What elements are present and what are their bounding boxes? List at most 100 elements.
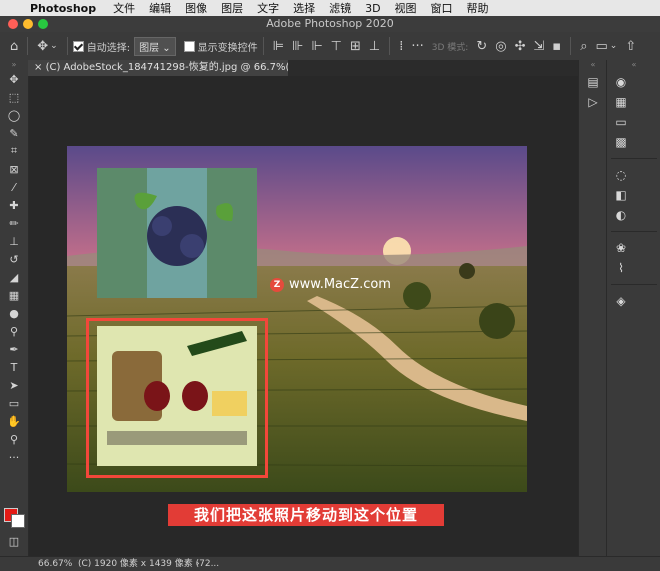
search-icon[interactable]: ⌕ (580, 39, 587, 54)
3d-pan-icon[interactable]: ✣ (515, 39, 526, 54)
zoom-window-button[interactable] (38, 19, 48, 29)
align-center-icon[interactable]: ⊪ (292, 39, 303, 54)
menu-select[interactable]: 选择 (286, 0, 322, 16)
color-panel-icon[interactable]: ◉ (607, 72, 635, 92)
dodge-tool-icon[interactable]: ⚲ (0, 322, 28, 340)
collapse-panels-icon[interactable]: « (607, 60, 660, 70)
align-top-icon[interactable]: ⊤ (331, 39, 342, 54)
target-highlight-box (86, 318, 268, 478)
3d-slide-icon[interactable]: ⇲ (533, 39, 544, 54)
window-title: Adobe Photoshop 2020 (266, 17, 394, 30)
adjustments-panel-icon[interactable]: ◐ (607, 205, 635, 225)
document-tab-label: (C) AdobeStock_184741298-恢复的.jpg @ 66.7%… (45, 62, 288, 73)
auto-select-dropdown[interactable]: 图层 ⌄ (134, 36, 176, 56)
more-options-icon[interactable]: ··· (411, 39, 423, 54)
tutorial-caption: 我们把这张照片移动到这个位置 (168, 504, 444, 526)
menu-edit[interactable]: 编辑 (142, 0, 178, 16)
menu-type[interactable]: 文字 (250, 0, 286, 16)
menu-3d[interactable]: 3D (358, 2, 387, 15)
distribute-icon[interactable]: ⁞ (399, 39, 403, 54)
menu-file[interactable]: 文件 (106, 0, 142, 16)
eyedropper-tool-icon[interactable]: ⁄ (0, 178, 28, 196)
home-icon[interactable]: ⌂ (10, 39, 18, 54)
document-tab[interactable]: × (C) AdobeStock_184741298-恢复的.jpg @ 66.… (28, 60, 288, 76)
libraries-panel-icon[interactable]: ◧ (607, 185, 635, 205)
path-select-tool-icon[interactable]: ➤ (0, 376, 28, 394)
window-titlebar: Adobe Photoshop 2020 (0, 16, 660, 32)
move-tool-icon[interactable]: ✥ (0, 70, 28, 88)
divider (570, 37, 572, 55)
marquee-tool-icon[interactable]: ⬚ (0, 88, 28, 106)
menu-filter[interactable]: 滤镜 (322, 0, 358, 16)
background-color-swatch[interactable] (11, 514, 25, 528)
learn-panel-icon[interactable]: ◌ (607, 165, 635, 185)
align-middle-icon[interactable]: ⊞ (350, 39, 361, 54)
frame-tool-icon[interactable]: ⊠ (0, 160, 28, 178)
type-tool-icon[interactable]: T (0, 358, 28, 376)
3d-scale-icon[interactable]: ▪ (552, 39, 561, 54)
close-tab-icon[interactable]: × (34, 62, 46, 73)
options-bar: ⌂ ✥ ⌄ 自动选择: 图层 ⌄ 显示变换控件 ⊫ ⊪ ⊩ ⊤ ⊞ ⊥ ⁞ ··… (0, 32, 660, 61)
mac-menubar: Photoshop 文件 编辑 图像 图层 文字 选择 滤镜 3D 视图 窗口 … (0, 0, 660, 16)
show-transform-checkbox[interactable] (183, 40, 195, 52)
menu-help[interactable]: 帮助 (460, 0, 496, 16)
chevron-down-icon[interactable]: ⌄ (50, 41, 58, 51)
divider (611, 158, 657, 159)
collapse-panels-icon[interactable]: « (579, 60, 607, 70)
rectangle-tool-icon[interactable]: ▭ (0, 394, 28, 412)
zoom-tool-icon[interactable]: ⚲ (0, 430, 28, 448)
menu-window[interactable]: 窗口 (424, 0, 460, 16)
3d-roll-icon[interactable]: ◎ (495, 39, 506, 54)
document-tabs: × (C) AdobeStock_184741298-恢复的.jpg @ 66.… (28, 60, 606, 76)
tools-panel: » ✥ ⬚ ◯ ✎ ⌗ ⊠ ⁄ ✚ ✏ ⊥ ↺ ◢ ▦ ● ⚲ ✒ T ➤ ▭ … (0, 60, 29, 556)
history-panel-icon[interactable]: ▤ (579, 72, 607, 92)
auto-select-checkbox[interactable] (72, 40, 84, 52)
history-brush-tool-icon[interactable]: ↺ (0, 250, 28, 268)
collapse-toolbar-icon[interactable]: » (0, 60, 28, 70)
gradient-tool-icon[interactable]: ▦ (0, 286, 28, 304)
3d-mode-label: 3D 模式: (431, 42, 469, 53)
gradients-panel-icon[interactable]: ▭ (607, 112, 635, 132)
channels-panel-icon[interactable]: ❀ (607, 238, 635, 258)
workspace-icon[interactable]: ▭ (595, 39, 607, 54)
blur-tool-icon[interactable]: ● (0, 304, 28, 322)
quick-mask-icon[interactable]: ◫ (0, 532, 28, 550)
share-icon[interactable]: ⇧ (625, 39, 636, 54)
hand-tool-icon[interactable]: ✋ (0, 412, 28, 430)
eraser-tool-icon[interactable]: ◢ (0, 268, 28, 286)
show-transform-label: 显示变换控件 (197, 42, 258, 54)
more-tools-icon[interactable]: ··· (0, 448, 28, 466)
3d-orbit-icon[interactable]: ↻ (476, 39, 487, 54)
healing-brush-tool-icon[interactable]: ✚ (0, 196, 28, 214)
chevron-down-icon[interactable]: ⌄ (610, 41, 618, 51)
align-right-icon[interactable]: ⊩ (311, 39, 322, 54)
move-tool-icon[interactable]: ✥ (37, 39, 48, 54)
minimize-window-button[interactable] (23, 19, 33, 29)
patterns-panel-icon[interactable]: ▩ (607, 132, 635, 152)
auto-select-label: 自动选择: (86, 42, 131, 54)
chevron-right-icon[interactable]: › (196, 557, 200, 571)
paths-panel-icon[interactable]: ⌇ (607, 258, 635, 278)
actions-panel-icon[interactable]: ▷ (579, 92, 607, 112)
panel-dock-primary: « ◉ ▦ ▭ ▩ ◌ ◧ ◐ ❀ ⌇ ◈ (606, 60, 660, 556)
quick-select-tool-icon[interactable]: ✎ (0, 124, 28, 142)
divider (611, 231, 657, 232)
close-window-button[interactable] (8, 19, 18, 29)
lasso-tool-icon[interactable]: ◯ (0, 106, 28, 124)
brush-tool-icon[interactable]: ✏ (0, 214, 28, 232)
zoom-level[interactable]: 66.67% (38, 557, 72, 571)
menu-image[interactable]: 图像 (178, 0, 214, 16)
macz-logo-icon: Z (270, 277, 284, 292)
clone-stamp-tool-icon[interactable]: ⊥ (0, 232, 28, 250)
status-bar: 66.67% (C) 1920 像素 x 1439 像素 (72... › (0, 556, 660, 571)
align-left-icon[interactable]: ⊫ (273, 39, 284, 54)
layers-panel-icon[interactable]: ◈ (607, 291, 635, 311)
menu-view[interactable]: 视图 (388, 0, 424, 16)
watermark: Z www.MacZ.com (270, 277, 391, 292)
pen-tool-icon[interactable]: ✒ (0, 340, 28, 358)
align-bottom-icon[interactable]: ⊥ (369, 39, 380, 54)
menu-layer[interactable]: 图层 (214, 0, 250, 16)
app-menu[interactable]: Photoshop (28, 2, 106, 15)
crop-tool-icon[interactable]: ⌗ (0, 142, 28, 160)
swatches-panel-icon[interactable]: ▦ (607, 92, 635, 112)
